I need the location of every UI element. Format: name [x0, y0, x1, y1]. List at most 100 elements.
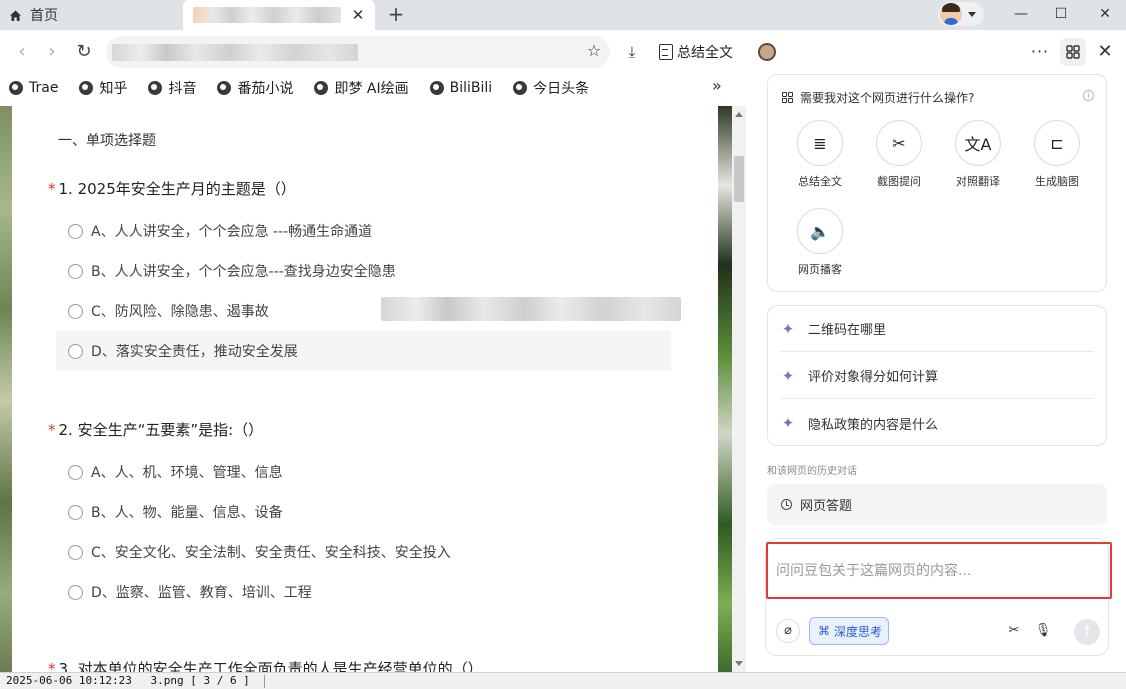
apps-icon [1066, 45, 1080, 59]
option-q2-d[interactable]: D、监察、监管、教育、培训、工程 [56, 572, 312, 612]
question-text: 3. 对本单位的安全生产工作全面负责的人是生产经营单位的（） [58, 660, 483, 672]
option-label: D、监察、监管、教育、培训、工程 [91, 585, 312, 601]
action-summarize[interactable]: ≣ 总结全文 [788, 120, 852, 189]
bookmark-label: Trae [29, 80, 59, 96]
home-icon [10, 10, 21, 21]
back-button[interactable]: ‹ [11, 40, 33, 64]
forward-button[interactable]: › [41, 40, 63, 64]
history-item-label: 网页答题 [800, 499, 853, 514]
new-tab-button[interactable]: + [385, 2, 407, 26]
option-q1-a[interactable]: A、人人讲安全，个个会应急 ---畅通生命通道 [56, 211, 372, 251]
deep-think-toggle[interactable]: ⌘ 深度思考 [809, 617, 889, 645]
question-2-title: * 2. 安全生产“五要素”是指:（） [48, 419, 263, 440]
maximize-button[interactable]: ☐ [1041, 0, 1081, 28]
radio-button[interactable] [68, 584, 83, 600]
question-1-title: * 1. 2025年安全生产月的主题是（） [48, 178, 296, 199]
address-bar[interactable]: ☆ [106, 36, 610, 68]
bookmark-item[interactable]: 番茄小说 [217, 78, 293, 98]
history-item[interactable]: 网页答题 [767, 484, 1107, 525]
scissors-icon[interactable]: ✂ [1005, 621, 1023, 641]
more-icon[interactable]: ··· [1030, 40, 1050, 64]
required-mark: * [48, 421, 56, 439]
tab-title-redacted [193, 7, 341, 23]
bookmark-item[interactable]: 今日头条 [513, 78, 589, 98]
radio-button[interactable] [68, 343, 83, 359]
redacted-text [381, 297, 681, 321]
radio-button[interactable] [68, 303, 83, 319]
mindmap-icon: ⊏ [1034, 120, 1080, 166]
url-redacted [112, 44, 358, 61]
profile-button[interactable] [938, 2, 984, 26]
bookmark-label: 番茄小说 [237, 81, 294, 97]
action-mindmap[interactable]: ⊏ 生成脑图 [1025, 120, 1089, 189]
globe-icon [79, 81, 94, 95]
option-q1-b[interactable]: B、人人讲安全，个个会应急---查找身边安全隐患 [56, 251, 396, 291]
suggestion-label: 评价对象得分如何计算 [808, 370, 939, 385]
bookmark-item[interactable]: Trae [9, 80, 58, 96]
tab-home[interactable]: 首页 [0, 0, 183, 30]
option-label: D、落实安全责任，推动安全发展 [91, 344, 298, 360]
minimize-button[interactable]: — [1001, 0, 1041, 28]
option-q2-a[interactable]: A、人、机、环境、管理、信息 [56, 452, 283, 492]
summary-icon: ≣ [797, 120, 843, 166]
option-q1-c[interactable]: C、防风险、除隐患、遏事故 [56, 291, 269, 331]
quiz-content: 一、单项选择题 * 1. 2025年安全生产月的主题是（） A、人人讲安全，个个会… [12, 106, 718, 672]
scrollbar-thumb[interactable] [734, 156, 744, 202]
speaker-icon: 🔈 [797, 208, 843, 254]
status-divider [264, 674, 266, 688]
radio-button[interactable] [68, 464, 83, 480]
radio-button[interactable] [68, 263, 83, 279]
bookmark-item[interactable]: BiliBili [429, 80, 492, 96]
action-label: 截图提问 [877, 175, 921, 188]
radio-button[interactable] [68, 504, 83, 520]
close-panel-button[interactable]: ✕ [1095, 40, 1115, 64]
option-label: C、安全文化、安全法制、安全责任、安全科技、安全投入 [91, 545, 451, 561]
action-podcast[interactable]: 🔈 网页播客 [788, 208, 852, 277]
bookmarks-overflow-icon[interactable]: » [712, 76, 728, 96]
suggestion-label: 隐私政策的内容是什么 [808, 417, 939, 433]
action-screenshot-ask[interactable]: ✂ 截图提问 [867, 120, 931, 189]
summarize-button[interactable]: 总结全文 [659, 40, 733, 64]
page-scrollbar[interactable] [732, 106, 746, 672]
quick-actions-title: 需要我对这个网页进行什么操作? [800, 91, 975, 105]
bookmarks-bar: Trae 知乎 抖音 番茄小说 即梦 AI绘画 BiliBili 今日头条 [0, 74, 760, 102]
attach-icon[interactable]: ⌀ [776, 619, 800, 643]
info-icon[interactable]: i [1083, 90, 1094, 101]
clock-icon [781, 499, 792, 510]
globe-icon [217, 81, 232, 95]
window-close-button[interactable]: ✕ [1085, 0, 1125, 28]
radio-button[interactable] [68, 223, 83, 239]
bookmark-item[interactable]: 抖音 [148, 78, 196, 98]
tab-active[interactable]: ✕ [183, 0, 375, 30]
chat-input[interactable] [776, 559, 1096, 583]
microphone-icon[interactable]: 🎙 [1034, 621, 1052, 641]
reload-button[interactable]: ↻ [73, 40, 95, 64]
action-translate[interactable]: 文A 对照翻译 [946, 120, 1010, 189]
apps-button[interactable] [1060, 38, 1086, 66]
send-button[interactable]: ↑ [1074, 619, 1100, 645]
quick-actions-card: 需要我对这个网页进行什么操作? i ≣ 总结全文 ✂ 截图提问 文A 对照翻译 … [767, 74, 1107, 292]
suggestion-item[interactable]: ✦ 评价对象得分如何计算 [780, 353, 1094, 399]
radio-button[interactable] [68, 544, 83, 560]
option-q1-d[interactable]: D、落实安全责任，推动安全发展 [56, 331, 671, 371]
question-3-title: * 3. 对本单位的安全生产工作全面负责的人是生产经营单位的（） [48, 658, 483, 672]
bookmark-label: 即梦 AI绘画 [334, 81, 409, 97]
scroll-down-icon[interactable] [735, 661, 743, 666]
bookmark-item[interactable]: 即梦 AI绘画 [314, 78, 409, 98]
suggestion-item[interactable]: ✦ 隐私政策的内容是什么 [780, 400, 1094, 446]
assistant-avatar[interactable] [758, 43, 776, 61]
bookmark-item[interactable]: 知乎 [79, 78, 127, 98]
tab-close-icon[interactable]: ✕ [349, 6, 367, 24]
download-icon[interactable]: ⤓ [622, 42, 642, 62]
option-label: C、防风险、除隐患、遏事故 [91, 304, 269, 320]
option-q2-c[interactable]: C、安全文化、安全法制、安全责任、安全科技、安全投入 [56, 532, 451, 572]
star-icon[interactable]: ☆ [584, 41, 604, 61]
quick-actions-header: 需要我对这个网页进行什么操作? [782, 89, 974, 106]
suggestion-item[interactable]: ✦ 二维码在哪里 [780, 306, 1094, 352]
deep-think-icon: ⌘ [818, 624, 830, 638]
option-q2-b[interactable]: B、人、物、能量、信息、设备 [56, 492, 283, 532]
chevron-down-icon [968, 11, 976, 17]
scroll-up-icon[interactable] [735, 112, 743, 117]
bookmark-label: 今日头条 [533, 81, 590, 97]
required-mark: * [48, 660, 56, 672]
